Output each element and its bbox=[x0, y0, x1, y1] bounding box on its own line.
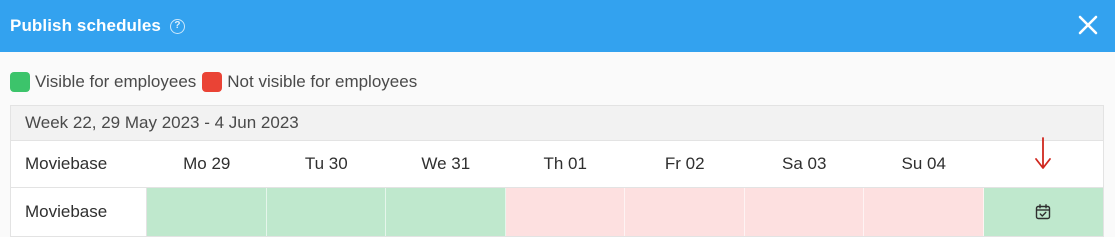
close-icon[interactable] bbox=[1077, 14, 1099, 36]
day-header: Sa 03 bbox=[782, 154, 827, 173]
header-location-label: Moviebase bbox=[25, 154, 108, 173]
day-header: Mo 29 bbox=[183, 154, 231, 173]
day-header: Th 01 bbox=[543, 154, 587, 173]
day-header: Su 04 bbox=[901, 154, 946, 173]
day-cell[interactable] bbox=[864, 188, 984, 236]
legend-swatch-not-visible bbox=[202, 72, 223, 92]
day-cell[interactable] bbox=[505, 188, 625, 236]
day-cell[interactable] bbox=[386, 188, 506, 236]
day-header: Tu 30 bbox=[304, 154, 348, 173]
action-header bbox=[984, 137, 1104, 187]
day-cell[interactable] bbox=[147, 188, 267, 236]
day-cell[interactable] bbox=[625, 188, 745, 236]
help-icon[interactable]: ? bbox=[169, 18, 185, 34]
day-cell[interactable] bbox=[744, 188, 864, 236]
week-label: Week 22, 29 May 2023 - 4 Jun 2023 bbox=[11, 106, 1103, 141]
row-location-name: Moviebase bbox=[11, 188, 147, 236]
table-header-row: Moviebase Mo 29 Tu 30 We 31 Th 01 Fr 02 … bbox=[11, 137, 1104, 188]
legend-swatch-visible bbox=[10, 72, 30, 92]
dialog-body: Visible for employees Not visible for em… bbox=[0, 52, 1115, 237]
legend: Visible for employees Not visible for em… bbox=[10, 72, 423, 92]
day-header: Fr 02 bbox=[664, 154, 705, 173]
dialog-header: Publish schedules ? bbox=[0, 0, 1115, 52]
legend-label-visible: Visible for employees bbox=[35, 72, 197, 91]
table-row: Moviebase bbox=[11, 188, 1103, 236]
publish-week-cell[interactable] bbox=[983, 188, 1103, 236]
day-header: We 31 bbox=[421, 154, 471, 173]
dialog-title: Publish schedules bbox=[10, 16, 161, 35]
legend-label-not-visible: Not visible for employees bbox=[227, 72, 418, 91]
schedule-table: Week 22, 29 May 2023 - 4 Jun 2023 Movieb… bbox=[10, 105, 1104, 237]
day-cell[interactable] bbox=[266, 188, 386, 236]
arrow-down-icon bbox=[1035, 137, 1052, 169]
calendar-check-icon[interactable] bbox=[1034, 203, 1052, 221]
